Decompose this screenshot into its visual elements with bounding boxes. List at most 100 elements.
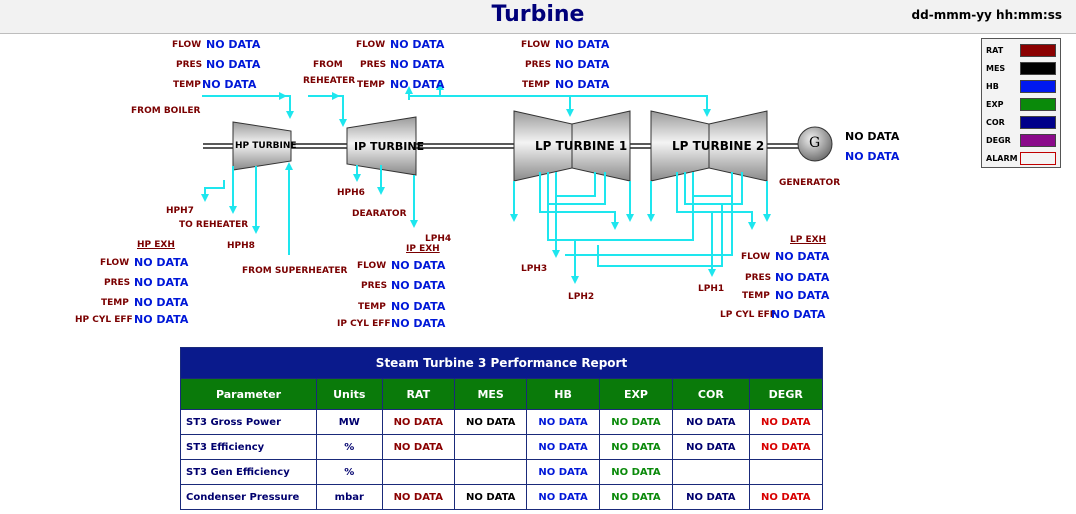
legend-cor-label: COR bbox=[986, 118, 1005, 127]
col-header-cor: COR bbox=[672, 378, 750, 410]
ip-in-flow-value: NO DATA bbox=[390, 38, 445, 51]
row-parameter: Condenser Pressure bbox=[179, 484, 318, 510]
row-parameter: ST3 Gen Efficiency bbox=[179, 459, 318, 485]
legend-rat-swatch bbox=[1020, 44, 1056, 57]
hph6-label: HPH6 bbox=[337, 188, 365, 198]
hp-exh-temp-label: TEMP bbox=[101, 298, 129, 308]
legend-cor-swatch bbox=[1020, 116, 1056, 129]
legend-alarm-label: ALARM bbox=[986, 154, 1018, 163]
from-boiler-label: FROM BOILER bbox=[131, 106, 201, 116]
row-exp-value: NO DATA bbox=[598, 484, 674, 510]
ip-exh-pres-value: NO DATA bbox=[391, 279, 446, 292]
row-degr-value: NO DATA bbox=[748, 409, 824, 435]
row-mes-value bbox=[453, 434, 528, 460]
ip-exh-label: IP EXH bbox=[406, 244, 440, 254]
lp-in-pres-value: NO DATA bbox=[555, 58, 610, 71]
ip-in-pres-label: PRES bbox=[360, 60, 387, 70]
hp-exh-pres-value: NO DATA bbox=[134, 276, 189, 289]
row-parameter: ST3 Efficiency bbox=[179, 434, 318, 460]
lph2-label: LPH2 bbox=[568, 292, 595, 302]
hp-in-temp-value: NO DATA bbox=[202, 78, 257, 91]
row-cor-value: NO DATA bbox=[672, 409, 750, 435]
col-header-hb: HB bbox=[526, 378, 600, 410]
lp-in-pres-label: PRES bbox=[525, 60, 552, 70]
steam-pipes bbox=[201, 82, 771, 284]
ip-exh-flow-value: NO DATA bbox=[391, 259, 446, 272]
ip-turbine-label: IP TURBINE bbox=[354, 140, 425, 153]
legend-alarm-swatch bbox=[1020, 152, 1056, 165]
row-units: % bbox=[316, 434, 383, 460]
ip-exh-temp-value: NO DATA bbox=[391, 300, 446, 313]
lp-turbine-2-label: LP TURBINE 2 bbox=[672, 139, 765, 153]
generator-value-2: NO DATA bbox=[845, 150, 900, 163]
ip-in-flow-label: FLOW bbox=[356, 40, 386, 50]
row-mes-value: NO DATA bbox=[453, 409, 528, 435]
generator-symbol: G bbox=[809, 135, 821, 151]
row-rat-value: NO DATA bbox=[381, 434, 455, 460]
col-header-parameter: Parameter bbox=[179, 378, 318, 410]
table-row: Condenser Pressure mbar NO DATA NO DATA … bbox=[179, 484, 824, 510]
lp-in-flow-label: FLOW bbox=[521, 40, 551, 50]
ip-exh-temp-label: TEMP bbox=[358, 302, 386, 312]
lph1-label: LPH1 bbox=[698, 284, 725, 294]
lp-exh-pres-value: NO DATA bbox=[775, 271, 830, 284]
report-header-row: Parameter Units RAT MES HB EXP COR DEGR bbox=[179, 378, 824, 410]
hp-cyl-eff-value: NO DATA bbox=[134, 313, 189, 326]
lp-exh-temp-value: NO DATA bbox=[775, 289, 830, 302]
lp-cyl-eff-value: NO DATA bbox=[771, 308, 826, 321]
hph8-label: HPH8 bbox=[227, 241, 255, 251]
from-superheater-label: FROM SUPERHEATER bbox=[242, 266, 348, 276]
hp-exh-flow-label: FLOW bbox=[100, 258, 130, 268]
row-hb-value: NO DATA bbox=[526, 459, 600, 485]
generator-label: GENERATOR bbox=[779, 178, 841, 188]
hp-cyl-eff-label: HP CYL EFF bbox=[75, 315, 133, 325]
lp-exh-label: LP EXH bbox=[790, 235, 827, 245]
hp-in-flow-label: FLOW bbox=[172, 40, 202, 50]
row-hb-value: NO DATA bbox=[526, 434, 600, 460]
ip-cyl-eff-label: IP CYL EFF bbox=[337, 319, 391, 329]
row-degr-value: NO DATA bbox=[748, 484, 824, 510]
to-reheater-label: TO REHEATER bbox=[179, 220, 249, 230]
table-row: ST3 Gen Efficiency % NO DATA NO DATA bbox=[179, 459, 824, 485]
row-cor-value: NO DATA bbox=[672, 434, 750, 460]
lp-in-temp-value: NO DATA bbox=[555, 78, 610, 91]
from-reheater-label-2: REHEATER bbox=[303, 76, 356, 86]
table-row: ST3 Gross Power MW NO DATA NO DATA NO DA… bbox=[179, 409, 824, 435]
col-header-units: Units bbox=[316, 378, 383, 410]
lp-exh-pres-label: PRES bbox=[745, 273, 772, 283]
row-mes-value bbox=[453, 459, 528, 485]
dearator-label: DEARATOR bbox=[352, 209, 407, 219]
ip-exh-flow-label: FLOW bbox=[357, 261, 387, 271]
lp-cyl-eff-label: LP CYL EFF bbox=[720, 310, 776, 320]
row-exp-value: NO DATA bbox=[598, 434, 674, 460]
row-exp-value: NO DATA bbox=[598, 409, 674, 435]
table-row: ST3 Efficiency % NO DATA NO DATA NO DATA… bbox=[179, 434, 824, 460]
col-header-rat: RAT bbox=[381, 378, 455, 410]
generator-value-1: NO DATA bbox=[845, 130, 900, 143]
lp-exh-temp-label: TEMP bbox=[742, 291, 770, 301]
row-units: MW bbox=[316, 409, 383, 435]
row-units: % bbox=[316, 459, 383, 485]
legend-degr-label: DEGR bbox=[986, 136, 1011, 145]
ip-exh-pres-label: PRES bbox=[361, 281, 388, 291]
lp-turbine-1-label: LP TURBINE 1 bbox=[535, 139, 628, 153]
legend-hb-swatch bbox=[1020, 80, 1056, 93]
row-hb-value: NO DATA bbox=[526, 484, 600, 510]
hp-exh-label: HP EXH bbox=[137, 240, 175, 250]
row-units: mbar bbox=[316, 484, 383, 510]
row-parameter: ST3 Gross Power bbox=[179, 409, 318, 435]
hp-turbine-label: HP TURBINE bbox=[235, 141, 297, 151]
lp-exh-flow-value: NO DATA bbox=[775, 250, 830, 263]
lp-exh-flow-label: FLOW bbox=[741, 252, 771, 262]
report-title: Steam Turbine 3 Performance Report bbox=[180, 347, 823, 379]
ip-in-temp-value: NO DATA bbox=[390, 78, 445, 91]
legend-exp-label: EXP bbox=[986, 100, 1004, 109]
ip-in-pres-value: NO DATA bbox=[390, 58, 445, 71]
hp-in-pres-value: NO DATA bbox=[206, 58, 261, 71]
row-rat-value: NO DATA bbox=[381, 484, 455, 510]
row-cor-value bbox=[672, 459, 750, 485]
legend-exp-swatch bbox=[1020, 98, 1056, 111]
hp-in-pres-label: PRES bbox=[176, 60, 203, 70]
hph7-label: HPH7 bbox=[166, 206, 194, 216]
ip-cyl-eff-value: NO DATA bbox=[391, 317, 446, 330]
